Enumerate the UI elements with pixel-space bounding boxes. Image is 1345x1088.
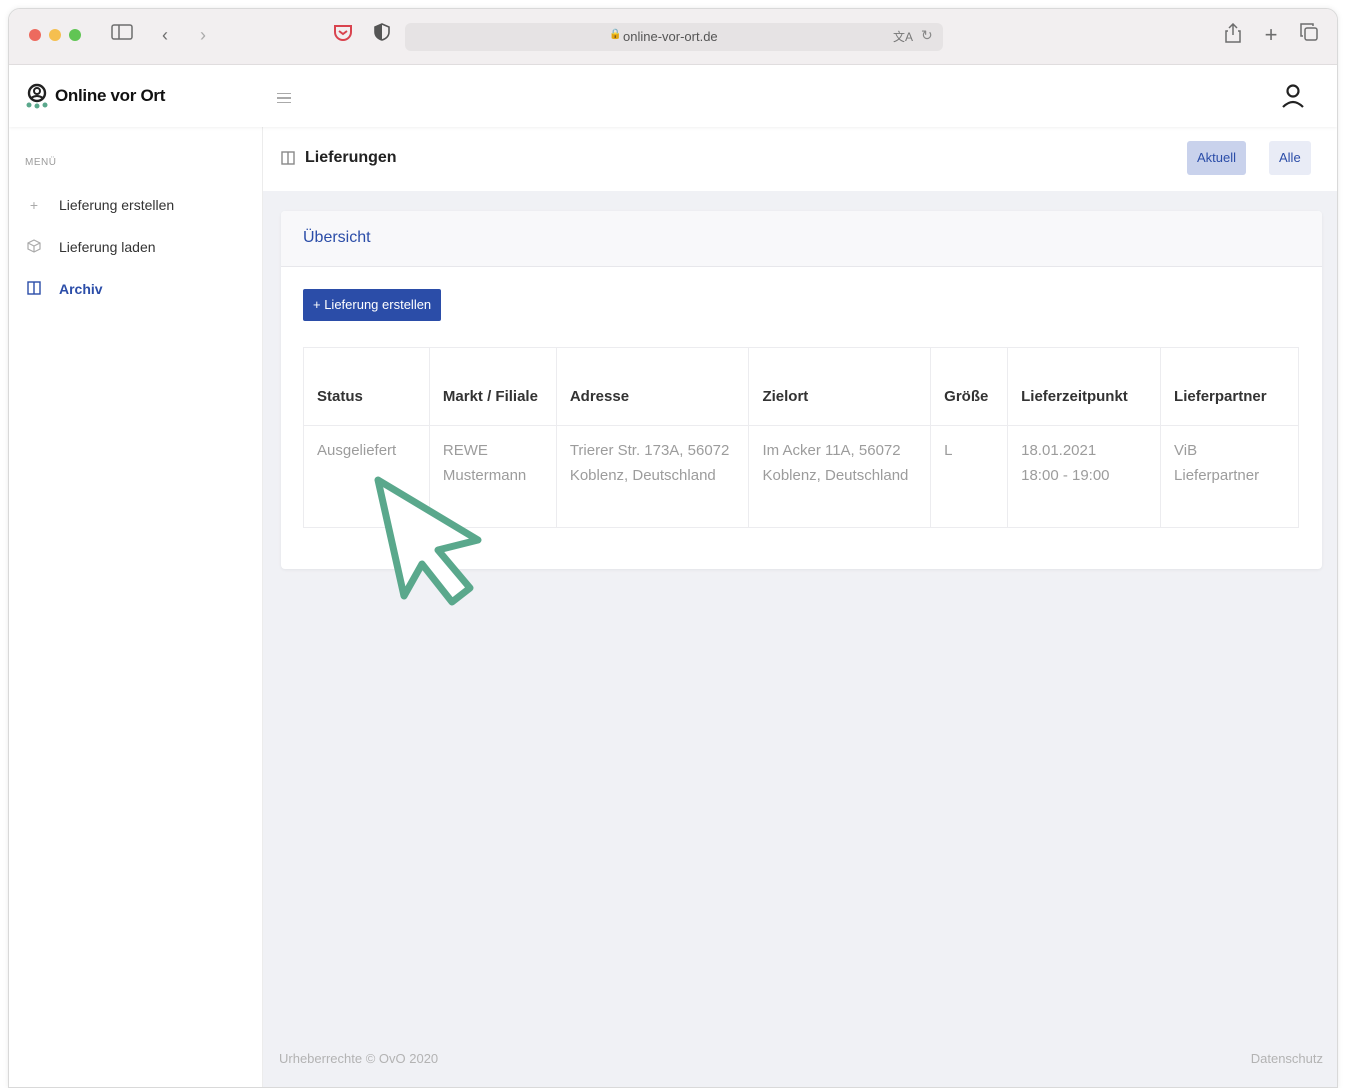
column-header-groesse[interactable]: Größe <box>930 347 1009 426</box>
sidebar-toggle-icon[interactable] <box>109 23 135 47</box>
pocket-icon[interactable] <box>331 23 355 47</box>
sidebar-item-lieferung-erstellen[interactable]: + Lieferung erstellen <box>25 194 174 216</box>
mouse-pointer-icon <box>374 476 482 606</box>
page-icon <box>281 151 295 168</box>
tab-overview-icon[interactable] <box>1299 23 1319 47</box>
app-name: Online vor Ort <box>55 86 166 105</box>
forward-icon[interactable]: › <box>193 23 213 47</box>
cell-lieferpartner: ViB Lieferpartner <box>1160 425 1299 528</box>
browser-window: ‹ › 🔒 online-vor-ort.de 文A ↻ + Online vo… <box>8 8 1338 1088</box>
card-title[interactable]: Übersicht <box>303 229 371 247</box>
column-header-zielort[interactable]: Zielort <box>748 347 932 426</box>
sidebar-item-lieferung-laden[interactable]: Lieferung laden <box>25 236 156 258</box>
browser-toolbar: ‹ › 🔒 online-vor-ort.de 文A ↻ + <box>9 9 1337 65</box>
copyright-text: Urheberrechte © OvO 2020 <box>279 1051 439 1066</box>
page-header: Lieferungen Aktuell Alle <box>263 127 1337 191</box>
box-icon <box>25 238 43 256</box>
close-window-button[interactable] <box>29 29 41 41</box>
reload-icon[interactable]: ↻ <box>921 27 933 44</box>
cell-groesse: L <box>930 425 1009 528</box>
plus-icon: + <box>29 197 39 213</box>
maximize-window-button[interactable] <box>69 29 81 41</box>
location-pin-icon <box>26 83 48 109</box>
sidebar-item-label: Lieferung erstellen <box>59 197 175 213</box>
cell-lieferzeitpunkt: 18.01.2021 18:00 - 19:00 <box>1007 425 1162 528</box>
sidebar-item-archiv[interactable]: Archiv <box>25 278 103 300</box>
column-header-status[interactable]: Status <box>303 347 430 426</box>
sidebar-item-label: Lieferung laden <box>59 239 156 255</box>
sidebar: MENÜ + Lieferung erstellen Lieferung lad… <box>9 127 263 1087</box>
column-header-lieferpartner[interactable]: Lieferpartner <box>1160 347 1299 426</box>
sidebar-item-label: Archiv <box>59 281 103 297</box>
minimize-window-button[interactable] <box>49 29 61 41</box>
column-header-lieferzeitpunkt[interactable]: Lieferzeitpunkt <box>1007 347 1162 426</box>
app-header: Online vor Ort <box>9 65 1337 127</box>
table-header-row: Status Markt / Filiale Adresse Zielort G… <box>303 347 1299 426</box>
app-logo[interactable]: Online vor Ort <box>25 83 165 109</box>
delivery-time: 18:00 - 19:00 <box>1021 467 1110 484</box>
translate-icon[interactable]: 文A <box>893 28 913 45</box>
address-bar[interactable]: 🔒 online-vor-ort.de 文A ↻ <box>405 23 943 51</box>
card-header: Übersicht <box>281 211 1322 267</box>
privacy-link[interactable]: Datenschutz <box>1251 1051 1323 1066</box>
page-title: Lieferungen <box>305 149 397 166</box>
menu-toggle-icon[interactable] <box>277 93 291 103</box>
tab-aktuell[interactable]: Aktuell <box>1187 141 1247 175</box>
user-icon[interactable] <box>1281 83 1305 109</box>
tab-alle[interactable]: Alle <box>1269 141 1311 175</box>
cell-adresse: Trierer Str. 173A, 56072 Koblenz, Deutsc… <box>555 425 750 528</box>
menu-label: MENÜ <box>25 157 57 168</box>
share-icon[interactable] <box>1223 22 1243 47</box>
delivery-date: 18.01.2021 <box>1021 442 1097 459</box>
new-tab-icon[interactable]: + <box>1261 23 1281 47</box>
create-delivery-button[interactable]: + Lieferung erstellen <box>303 289 442 321</box>
archive-icon <box>25 280 43 298</box>
lock-icon: 🔒 <box>609 29 622 40</box>
shield-icon[interactable] <box>371 23 393 47</box>
column-header-adresse[interactable]: Adresse <box>555 347 750 426</box>
back-icon[interactable]: ‹ <box>155 23 175 47</box>
url-text: online-vor-ort.de <box>623 29 718 44</box>
cell-zielort: Im Acker 11A, 56072 Koblenz, Deutschland <box>748 425 932 528</box>
column-header-markt[interactable]: Markt / Filiale <box>428 347 557 426</box>
